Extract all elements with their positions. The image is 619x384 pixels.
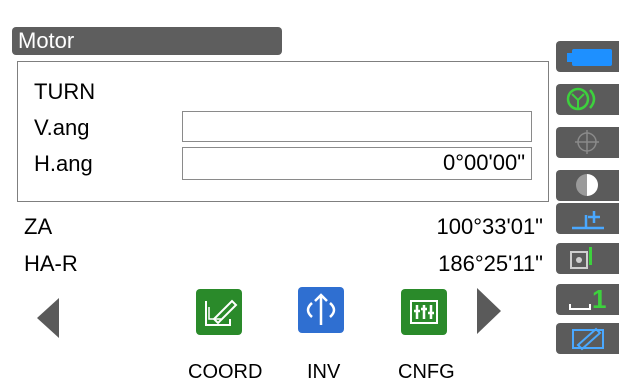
next-page-arrow-icon[interactable] bbox=[477, 288, 501, 334]
h-ang-label: H.ang bbox=[34, 151, 93, 176]
plus-level-icon bbox=[572, 211, 604, 230]
screen-title: Motor bbox=[12, 27, 282, 55]
config-sliders-icon bbox=[410, 300, 438, 324]
page-one-icon bbox=[569, 304, 591, 310]
h-ang-field[interactable]: 0°00'00" bbox=[182, 147, 532, 180]
target-icon bbox=[566, 87, 596, 111]
edit-pen-icon bbox=[205, 299, 238, 326]
crosshair-icon bbox=[575, 130, 599, 154]
signal-device-icon bbox=[570, 247, 592, 269]
tilt-level-button[interactable] bbox=[556, 203, 619, 234]
za-label: ZA bbox=[24, 214, 53, 239]
v-ang-field[interactable] bbox=[182, 111, 532, 142]
ha-r-value: 186°25'11" bbox=[438, 251, 543, 276]
half-circle-icon bbox=[576, 174, 598, 196]
target-mode-button[interactable] bbox=[556, 84, 619, 115]
pen-input-icon bbox=[572, 327, 604, 351]
cnfg-button[interactable] bbox=[401, 289, 447, 335]
ha-r-label: HA-R bbox=[24, 251, 78, 276]
input-mode-button[interactable] bbox=[556, 323, 619, 354]
signal-button[interactable] bbox=[556, 243, 619, 274]
v-ang-label: V.ang bbox=[34, 115, 90, 140]
battery-status[interactable] bbox=[556, 41, 619, 72]
face-display-button[interactable] bbox=[556, 170, 619, 201]
battery-icon bbox=[567, 49, 612, 66]
mode-label: TURN bbox=[34, 79, 96, 104]
previous-page-arrow-icon[interactable] bbox=[37, 298, 61, 338]
rotate-arrows-icon bbox=[306, 293, 336, 325]
page-number: 1 bbox=[592, 284, 607, 314]
laser-pointer-button[interactable] bbox=[556, 127, 619, 158]
za-value: 100°33'01" bbox=[436, 214, 543, 239]
inv-button[interactable] bbox=[298, 287, 344, 333]
coord-button[interactable] bbox=[196, 289, 242, 335]
page-button[interactable]: 1 bbox=[556, 284, 619, 315]
